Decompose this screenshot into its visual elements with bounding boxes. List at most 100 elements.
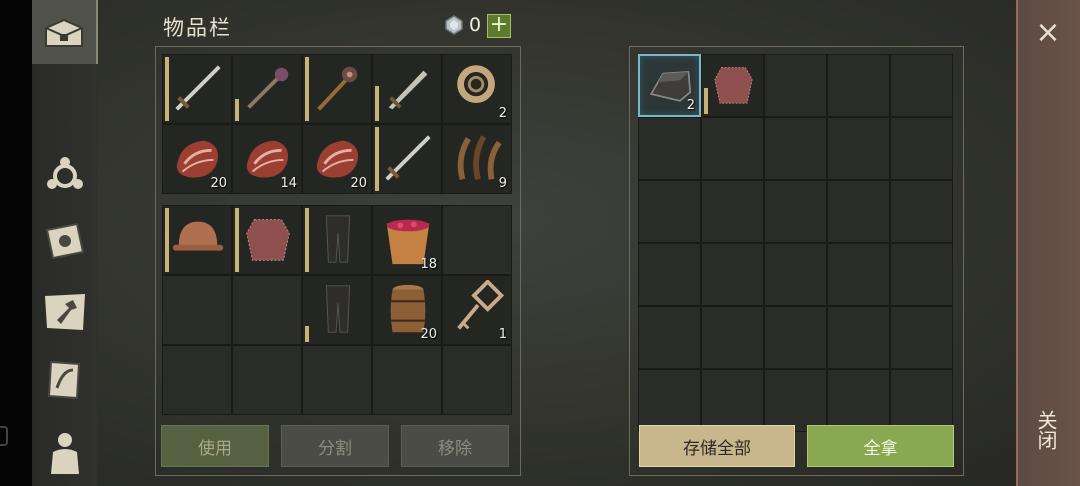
tab-journal[interactable] <box>32 210 98 274</box>
storage-grid: 2 <box>638 54 953 432</box>
close-icon[interactable]: × <box>1030 16 1066 52</box>
storage-slot[interactable] <box>890 54 953 117</box>
item-count: 18 <box>420 257 437 272</box>
inventory-slot[interactable] <box>302 54 372 124</box>
inventory-slot[interactable] <box>162 275 232 345</box>
inventory-slot[interactable] <box>372 345 442 415</box>
morningstar-icon <box>317 66 358 111</box>
storage-slot[interactable] <box>638 243 701 306</box>
page-title: 物品栏 <box>163 16 232 40</box>
inventory-slot[interactable] <box>442 345 512 415</box>
inventory-slot[interactable]: 1 <box>442 275 512 345</box>
item-count: 14 <box>280 176 297 191</box>
item-count: 9 <box>498 176 507 191</box>
storage-slot[interactable] <box>827 243 890 306</box>
tab-skills[interactable] <box>32 142 98 206</box>
storage-slot[interactable] <box>701 54 764 117</box>
storage-slot[interactable] <box>827 369 890 432</box>
storage-slot[interactable] <box>701 306 764 369</box>
sword-icon <box>175 65 221 111</box>
storage-slot[interactable] <box>764 306 827 369</box>
store-all-button[interactable]: 存储全部 <box>639 425 795 467</box>
inventory-slot[interactable] <box>302 205 372 275</box>
use-button[interactable]: 使用 <box>161 425 269 467</box>
storage-slot[interactable] <box>638 369 701 432</box>
durability-bar <box>305 326 309 342</box>
durability-bar <box>305 208 309 272</box>
mace-icon <box>247 67 289 109</box>
inventory-slot[interactable]: 20 <box>162 124 232 194</box>
storage-slot[interactable] <box>701 369 764 432</box>
broadsword-icon <box>388 70 428 110</box>
inventory-grid-lower: 18 20 1 <box>162 205 512 415</box>
storage-slot[interactable] <box>827 54 890 117</box>
storage-slot[interactable] <box>764 54 827 117</box>
item-count: 20 <box>210 176 227 191</box>
item-count: 20 <box>350 176 367 191</box>
pants-icon <box>325 285 351 333</box>
storage-slot[interactable] <box>638 180 701 243</box>
storage-slot[interactable] <box>827 180 890 243</box>
inventory-slot[interactable]: 20 <box>372 275 442 345</box>
storage-slot[interactable]: 2 <box>638 54 701 117</box>
storage-slot[interactable] <box>890 117 953 180</box>
storage-slot[interactable] <box>890 243 953 306</box>
chainmail-icon <box>714 67 753 104</box>
storage-slot[interactable] <box>890 369 953 432</box>
inventory-slot[interactable] <box>372 124 442 194</box>
storage-slot[interactable] <box>764 369 827 432</box>
durability-bar <box>375 127 379 191</box>
inventory-slot[interactable]: 20 <box>302 124 372 194</box>
storage-slot[interactable] <box>701 117 764 180</box>
chainmail-icon <box>246 219 290 261</box>
inventory-slot[interactable] <box>162 205 232 275</box>
durability-bar <box>235 99 239 121</box>
storage-slot[interactable] <box>638 117 701 180</box>
durability-bar <box>165 208 169 272</box>
tab-character[interactable] <box>32 420 98 484</box>
storage-slot[interactable] <box>827 117 890 180</box>
inventory-slot[interactable] <box>302 345 372 415</box>
inventory-slot[interactable]: 9 <box>442 124 512 194</box>
remove-button[interactable]: 移除 <box>401 425 509 467</box>
close-label[interactable]: 关闭 <box>1034 410 1061 450</box>
durability-bar <box>704 88 708 114</box>
inventory-slot[interactable] <box>162 345 232 415</box>
helmet-icon <box>172 221 224 251</box>
inventory-slot[interactable] <box>372 54 442 124</box>
add-gems-button[interactable]: + <box>487 14 511 38</box>
inventory-slot[interactable] <box>232 205 302 275</box>
inventory-slot[interactable]: 18 <box>372 205 442 275</box>
split-button[interactable]: 分割 <box>281 425 389 467</box>
inventory-slot[interactable] <box>302 275 372 345</box>
inventory-slot[interactable]: 2 <box>442 54 512 124</box>
storage-slot[interactable] <box>764 117 827 180</box>
inventory-slot[interactable]: 14 <box>232 124 302 194</box>
gem-icon <box>445 15 463 35</box>
storage-slot[interactable] <box>701 180 764 243</box>
inventory-slot[interactable] <box>232 54 302 124</box>
storage-slot[interactable] <box>764 243 827 306</box>
tab-crafting[interactable] <box>32 280 98 344</box>
tab-quests[interactable] <box>32 348 98 412</box>
inventory-slot[interactable] <box>232 275 302 345</box>
sun-book-icon <box>45 222 85 260</box>
quest-scroll-icon <box>47 360 81 400</box>
durability-bar <box>305 57 309 121</box>
tab-inventory[interactable] <box>32 0 98 64</box>
storage-slot[interactable] <box>890 180 953 243</box>
storage-slot[interactable] <box>827 306 890 369</box>
craft-hammer-icon <box>45 294 85 330</box>
storage-slot[interactable] <box>890 306 953 369</box>
storage-slot[interactable] <box>638 306 701 369</box>
inventory-slot[interactable] <box>162 54 232 124</box>
inventory-slot[interactable] <box>232 345 302 415</box>
storage-slot[interactable] <box>764 180 827 243</box>
storage-slot[interactable] <box>701 243 764 306</box>
sidebar <box>32 0 98 486</box>
take-all-button[interactable]: 全拿 <box>807 425 954 467</box>
inventory-slot[interactable] <box>442 205 512 275</box>
chest-icon <box>45 18 83 47</box>
item-count: 20 <box>420 327 437 342</box>
device-edge <box>0 0 32 486</box>
